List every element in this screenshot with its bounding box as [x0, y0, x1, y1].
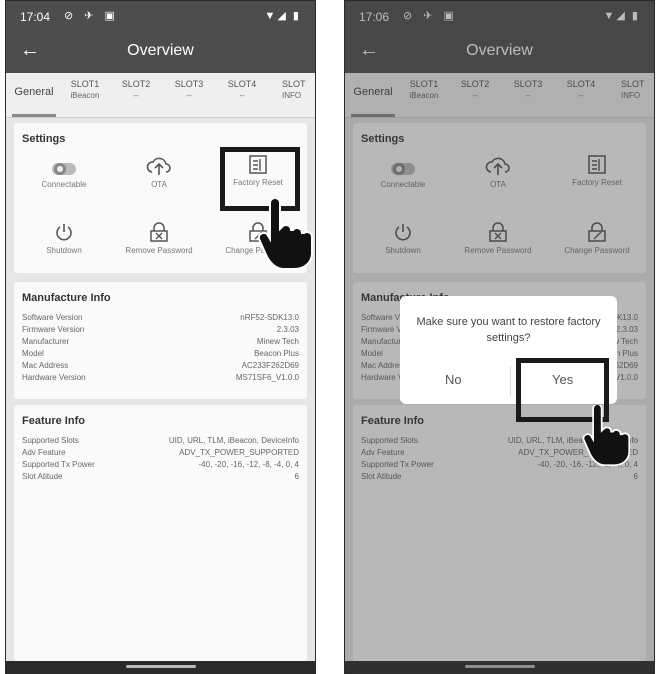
status-bar: 17:04 ⊘ ✈ ▣ ▼◢ ▮ [6, 1, 315, 31]
manufacture-header: Manufacture Info [22, 292, 111, 304]
info-row: Hardware VersionMS71SF6_V1.0.0 [22, 373, 299, 382]
phone-screen-overview: 17:04 ⊘ ✈ ▣ ▼◢ ▮ ← Overview General SLOT… [5, 0, 316, 674]
page-title: Overview [127, 42, 194, 59]
info-row: Slot Atitude 6 [22, 472, 299, 481]
feature-info-card: Feature Info Supported Slots UID, URL, TL… [14, 405, 307, 661]
tab-slot1[interactable]: SLOT1 iBeacon [64, 79, 106, 101]
app-bar: ← Overview [6, 31, 315, 73]
toggle-icon [52, 163, 76, 175]
nav-bar [6, 661, 315, 673]
info-row: Supported Tx Power -40, -20, -16, -12, -8… [22, 460, 299, 469]
info-row: Supported Slots UID, URL, TLM, iBeacon, D… [22, 436, 299, 445]
phone-screen-dialog: 17:06 ⊘ ✈ ▣ ▼◢ ▮ ← Overview General SLOT… [344, 0, 655, 674]
manufacture-info-card: Manufacture Info Software VersionnRF52-S… [14, 282, 307, 399]
info-row: Software VersionnRF52-SDK13.0 [22, 313, 299, 322]
tab-bar: General SLOT1 iBeacon SLOT2 -- SLOT3 -- SLO… [6, 73, 315, 118]
info-row: ModelBeacon Plus [22, 349, 299, 358]
dialog-no-button[interactable]: No [445, 372, 462, 387]
info-row: ManufacturerMinew Tech [22, 337, 299, 346]
dialog-divider [510, 366, 511, 396]
tab-indicator [12, 114, 56, 117]
ota-button[interactable]: OTA [119, 155, 199, 190]
tab-slot4[interactable]: SLOT4 -- [222, 79, 262, 101]
shutdown-button[interactable]: Shutdown [24, 221, 104, 256]
tab-slot-info[interactable]: SLOT INFO [282, 79, 315, 101]
info-row: Firmware Version 2.3.03 [22, 325, 299, 334]
dialog-message: Make sure you want to restore factory se… [416, 316, 601, 344]
tab-general[interactable]: General [6, 87, 62, 98]
cloud-upload-icon [146, 157, 171, 175]
settings-header: Settings [22, 133, 66, 145]
info-row: Adv Feature ADV_TX_POWER_SUPPORTED [22, 448, 299, 457]
power-icon [56, 224, 72, 241]
notification-icons: ⊘ ✈ ▣ [64, 10, 119, 22]
home-gesture-pill[interactable] [125, 665, 196, 668]
remove-password-button[interactable]: Remove Password [119, 221, 199, 256]
tab-slot3[interactable]: SLOT3 -- [169, 79, 209, 101]
status-time: 17:04 [20, 10, 51, 24]
info-row: Mac AddressAC233F262D69 [22, 361, 299, 370]
pointing-hand-icon [582, 405, 631, 467]
tab-slot2[interactable]: SLOT2 -- [116, 79, 156, 101]
pointing-hand-icon [257, 199, 313, 270]
lock-remove-icon [150, 222, 168, 242]
feature-header: Feature Info [22, 415, 85, 427]
wifi-battery-icon: ▼◢ ▮ [264, 10, 301, 22]
connectable-toggle[interactable]: Connectable [24, 161, 104, 190]
